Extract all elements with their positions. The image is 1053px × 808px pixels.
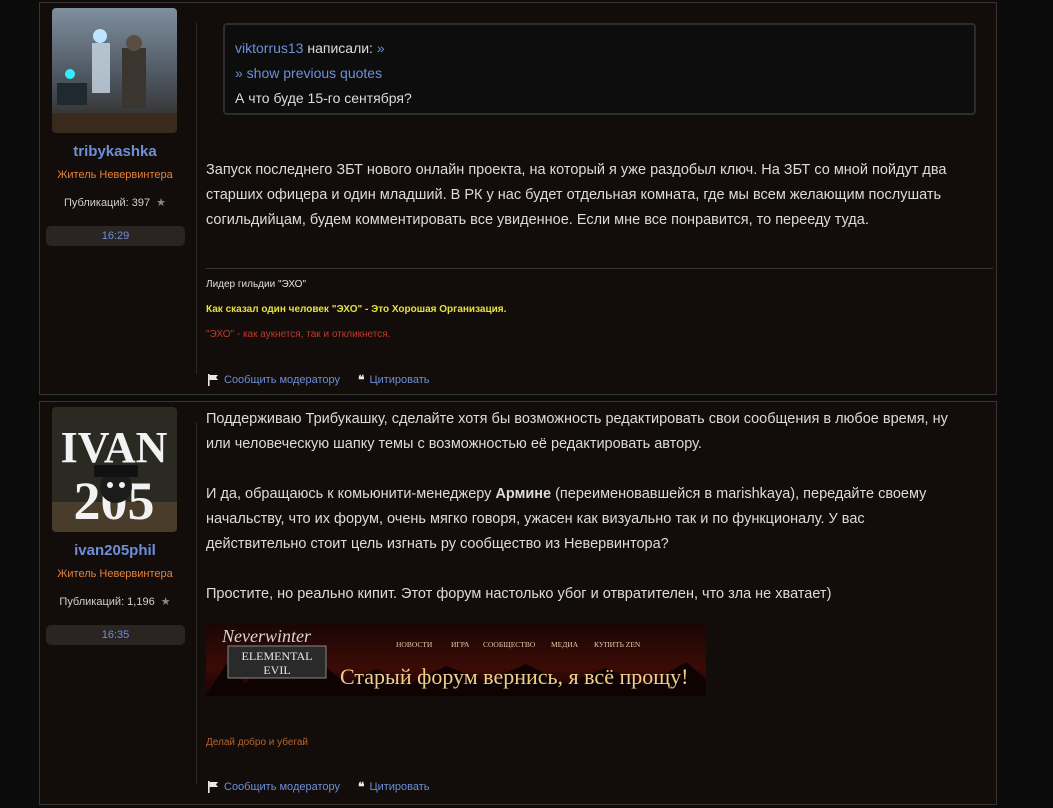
star-icon: ★ [160,596,171,608]
banner-nav-item: МЕДИА [551,640,579,649]
post-time[interactable]: 16:29 [46,226,185,246]
post-count: Публикаций: 1,196 ★ [40,595,190,608]
divider [196,422,197,784]
banner-sub1: ELEMENTAL [241,649,312,663]
report-label: Сообщить модератору [224,781,340,793]
banner-nav-item: ИГРА [451,640,470,649]
quote-label: Цитировать [369,781,430,793]
avatar[interactable]: IVAN 205 [52,407,177,532]
report-button[interactable]: Сообщить модератору [207,781,340,793]
quote-icon: ❝ [358,780,365,794]
post-count: Публикаций: 397 ★ [40,196,190,209]
quote-button[interactable]: ❝ Цитировать [358,780,430,794]
show-previous-quotes-link[interactable]: » show previous quotes [235,65,382,81]
banner-nav-item: СООБЩЕСТВО [483,640,536,649]
body-line: согильдийцам, будем комментировать все у… [206,212,869,228]
signature-line: Делай добро и убегай [206,737,309,748]
quote-said: написали: [303,40,373,56]
banner-nav-item: НОВОСТИ [396,640,433,649]
username[interactable]: tribykashka [40,143,190,160]
body-line: старших офицера и один младший. В РК у н… [206,187,942,203]
quote-button[interactable]: ❝ Цитировать [358,373,430,387]
post-actions: Сообщить модератору ❝ Цитировать [207,373,430,387]
signature-divider [206,268,993,269]
body-text-fragment: И да, обращаюсь к комьюнити-менеджеру [206,486,496,502]
signature-divider [206,716,993,717]
post: IVAN 205 ivan205phil Житель Невервинтера… [39,401,997,805]
signature-line: "ЭХО" - как аукнется, так и откликнется. [206,329,391,340]
signature-line: Лидер гильдии "ЭХО" [206,279,307,290]
quote-author-link[interactable]: viktorrus13 [235,40,303,56]
body-line: или человеческую шапку темы с возможност… [206,436,702,452]
quote-jump-link[interactable]: » [373,40,385,56]
banner-nav-item: КУПИТЬ ZEN [594,640,641,649]
flag-icon [208,781,218,793]
body-line: И да, обращаюсь к комьюнити-менеджеру Ар… [206,482,996,507]
body-line: действительно стоит цель изгнать ру сооб… [206,536,669,552]
post-body: Поддерживаю Трибукашку, сделайте хотя бы… [206,407,996,607]
mention-bold: Армине [495,486,552,502]
body-line: Поддерживаю Трибукашку, сделайте хотя бы… [206,411,948,427]
user-rank: Житель Невервинтера [57,169,173,181]
report-label: Сообщить модератору [224,374,340,386]
avatar[interactable] [52,8,177,133]
post-actions: Сообщить модератору ❝ Цитировать [207,780,430,794]
body-line: Запуск последнего ЗБТ нового онлайн прое… [206,162,947,178]
quote-block: viktorrus13 написали: » » show previous … [223,23,976,115]
quote-text: А что буде 15-го сентября? [235,90,412,106]
star-icon: ★ [156,197,166,209]
body-line: начальству, что их форум, очень мягко го… [206,511,865,527]
signature-line: Как сказал один человек "ЭХО" - Это Хоро… [206,304,507,315]
post-time[interactable]: 16:35 [46,625,185,645]
author-panel: IVAN 205 ivan205phil Житель Невервинтера… [40,402,196,804]
banner-caption: Старый форум вернись, я всё прощу! [340,664,689,689]
quote-label: Цитировать [369,374,430,386]
banner-image: Neverwinter ELEMENTAL EVIL НОВОСТИ ИГРА … [206,624,706,696]
username[interactable]: ivan205phil [40,542,190,559]
banner-sub2: EVIL [263,663,290,677]
svg-text:IVAN: IVAN [61,423,168,472]
flag-icon [208,374,218,386]
banner-logo: Neverwinter [221,626,312,646]
body-text-fragment: (переименовавшейся в marishkaya), переда… [551,486,927,502]
author-panel: tribykashka Житель Невервинтера Публикац… [40,3,196,394]
divider [196,23,197,374]
body-line: Простите, но реально кипит. Этот форум н… [206,586,832,602]
post: tribykashka Житель Невервинтера Публикац… [39,2,997,395]
report-button[interactable]: Сообщить модератору [207,374,340,386]
quote-icon: ❝ [358,373,365,387]
user-rank: Житель Невервинтера [57,568,173,580]
post-body: Запуск последнего ЗБТ нового онлайн прое… [206,158,996,233]
post-count-label: Публикаций: 397 [63,197,151,209]
post-count-label: Публикаций: 1,196 [59,596,155,608]
